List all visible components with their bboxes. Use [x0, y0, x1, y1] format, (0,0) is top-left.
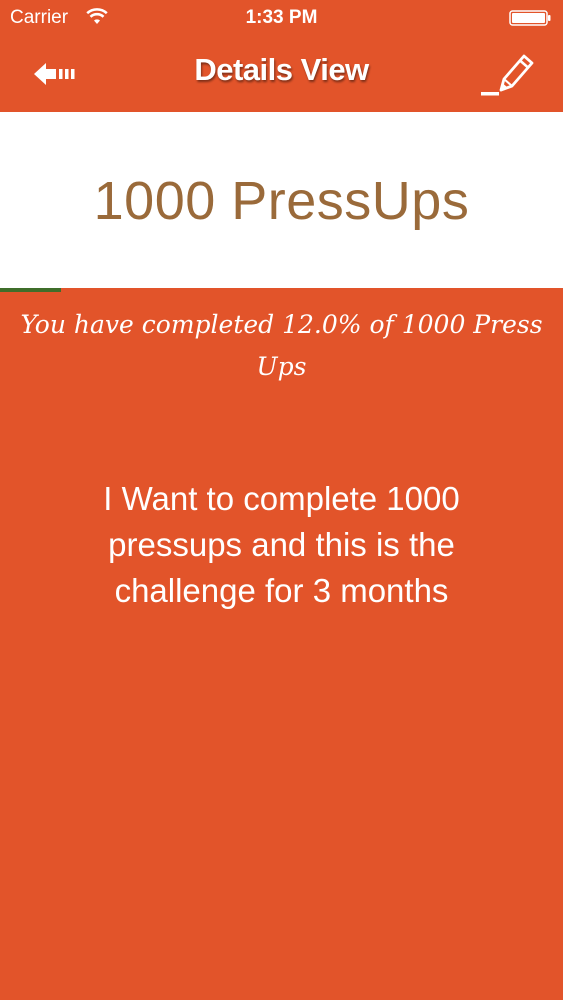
status-bar: Carrier 1:33 PM [0, 0, 563, 36]
progress-bar [0, 288, 563, 292]
goal-title-card: 1000 PressUps [0, 112, 563, 288]
pencil-edit-icon [481, 54, 534, 96]
status-time: 1:33 PM [245, 7, 318, 28]
goal-description: I Want to complete 1000 pressups and thi… [103, 480, 460, 609]
progress-text: You have completed 12.0% of 1000 Press U… [20, 310, 543, 381]
details-screen: Carrier 1:33 PM Details View 1000 PressU… [0, 0, 563, 1000]
goal-title: 1000 PressUps [93, 171, 470, 231]
progress-bar-fill [0, 288, 61, 292]
battery-icon [509, 10, 551, 26]
back-arrow-icon [34, 63, 75, 85]
navigation-bar: Details View [0, 36, 563, 112]
back-button[interactable] [28, 54, 84, 94]
edit-button[interactable] [479, 48, 539, 98]
